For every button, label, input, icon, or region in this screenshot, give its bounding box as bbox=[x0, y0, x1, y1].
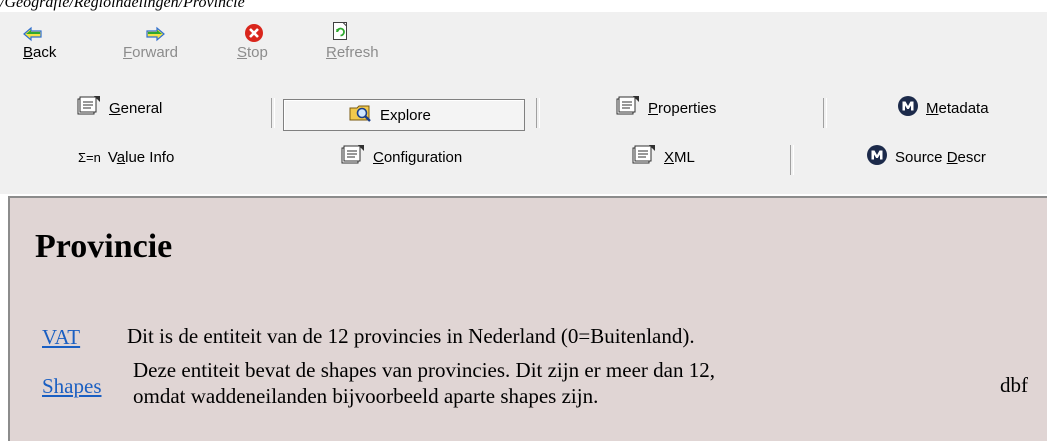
tab-value-info[interactable]: Σ=n Value Info bbox=[78, 143, 174, 171]
tab-general-accel: G bbox=[109, 99, 121, 117]
tab-value-info-label: lue Info bbox=[125, 148, 175, 166]
tab-configuration[interactable]: Configuration bbox=[340, 143, 462, 171]
tab-xml[interactable]: XML bbox=[631, 143, 695, 171]
tab-metadata-label: etadata bbox=[938, 99, 989, 117]
tab-source-descr-label: escr bbox=[957, 148, 986, 166]
tab-properties[interactable]: Properties bbox=[615, 94, 716, 122]
forward-arrow-icon bbox=[123, 26, 183, 44]
refresh-label-accel: R bbox=[326, 44, 337, 61]
stop-label-accel: S bbox=[237, 44, 248, 61]
toolbar-panel: Back Forward Stop Refresh General Explor… bbox=[0, 12, 1047, 194]
explore-magnifier-icon bbox=[349, 103, 373, 127]
tab-metadata-accel: M bbox=[926, 99, 939, 117]
tab-separator bbox=[536, 98, 540, 128]
properties-sheet-icon bbox=[76, 95, 102, 121]
tab-xml-accel: X bbox=[664, 148, 675, 166]
refresh-button[interactable]: Refresh bbox=[326, 22, 386, 61]
tab-properties-label: roperties bbox=[658, 99, 717, 117]
shapes-storage-type: dbf bbox=[1000, 373, 1028, 397]
tab-general[interactable]: General bbox=[76, 94, 162, 122]
back-button[interactable]: Back bbox=[23, 26, 83, 61]
tab-xml-label: ML bbox=[674, 148, 695, 166]
tab-separator bbox=[271, 98, 275, 128]
tab-configuration-accel: C bbox=[373, 148, 384, 166]
tab-value-info-accel: a bbox=[116, 148, 126, 166]
tab-source-descr-pre: Source bbox=[895, 148, 947, 166]
tab-separator bbox=[790, 145, 794, 175]
tab-explore[interactable]: Explore bbox=[349, 101, 431, 129]
tab-source-descr-accel: D bbox=[946, 148, 958, 166]
metadata-m-icon bbox=[897, 95, 919, 121]
vat-link[interactable]: VAT bbox=[42, 325, 80, 350]
stop-button[interactable]: Stop bbox=[237, 24, 297, 61]
stop-label: top bbox=[247, 44, 268, 61]
tab-source-descr[interactable]: Source Descr bbox=[866, 143, 986, 171]
sigma-icon: Σ=n bbox=[78, 149, 101, 165]
tab-properties-accel: P bbox=[648, 99, 659, 117]
forward-label-accel: F bbox=[123, 44, 133, 61]
back-arrow-icon bbox=[23, 26, 83, 44]
tab-configuration-label: onfiguration bbox=[383, 148, 463, 166]
forward-label: orward bbox=[132, 44, 179, 61]
properties-sheet-icon bbox=[631, 144, 657, 170]
tab-general-label: eneral bbox=[120, 99, 163, 117]
properties-sheet-icon bbox=[340, 144, 366, 170]
content-pane: Provincie VAT Dit is de entiteit van de … bbox=[8, 196, 1047, 441]
tab-value-info-pre: V bbox=[107, 148, 117, 166]
page-title: Provincie bbox=[35, 228, 173, 265]
back-label: ack bbox=[33, 44, 57, 61]
shapes-link[interactable]: Shapes bbox=[42, 374, 102, 399]
refresh-icon bbox=[326, 22, 386, 44]
vat-description: Dit is de entiteit van de 12 provincies … bbox=[127, 324, 695, 348]
properties-sheet-icon bbox=[615, 95, 641, 121]
stop-icon bbox=[237, 24, 297, 44]
forward-button[interactable]: Forward bbox=[123, 26, 183, 61]
shapes-description-line1: Deze entiteit bevat de shapes van provin… bbox=[133, 358, 715, 382]
window-path: /Geografie/Regioindelingen/Provincie bbox=[0, 0, 245, 11]
back-label-accel: B bbox=[23, 44, 34, 61]
tab-explore-label: Explore bbox=[380, 106, 431, 124]
tab-separator bbox=[823, 98, 827, 128]
shapes-description-line2: omdat waddeneilanden bijvoorbeeld aparte… bbox=[133, 384, 599, 408]
metadata-m-icon bbox=[866, 144, 888, 170]
refresh-label: efresh bbox=[336, 44, 379, 61]
tab-metadata[interactable]: Metadata bbox=[897, 94, 989, 122]
